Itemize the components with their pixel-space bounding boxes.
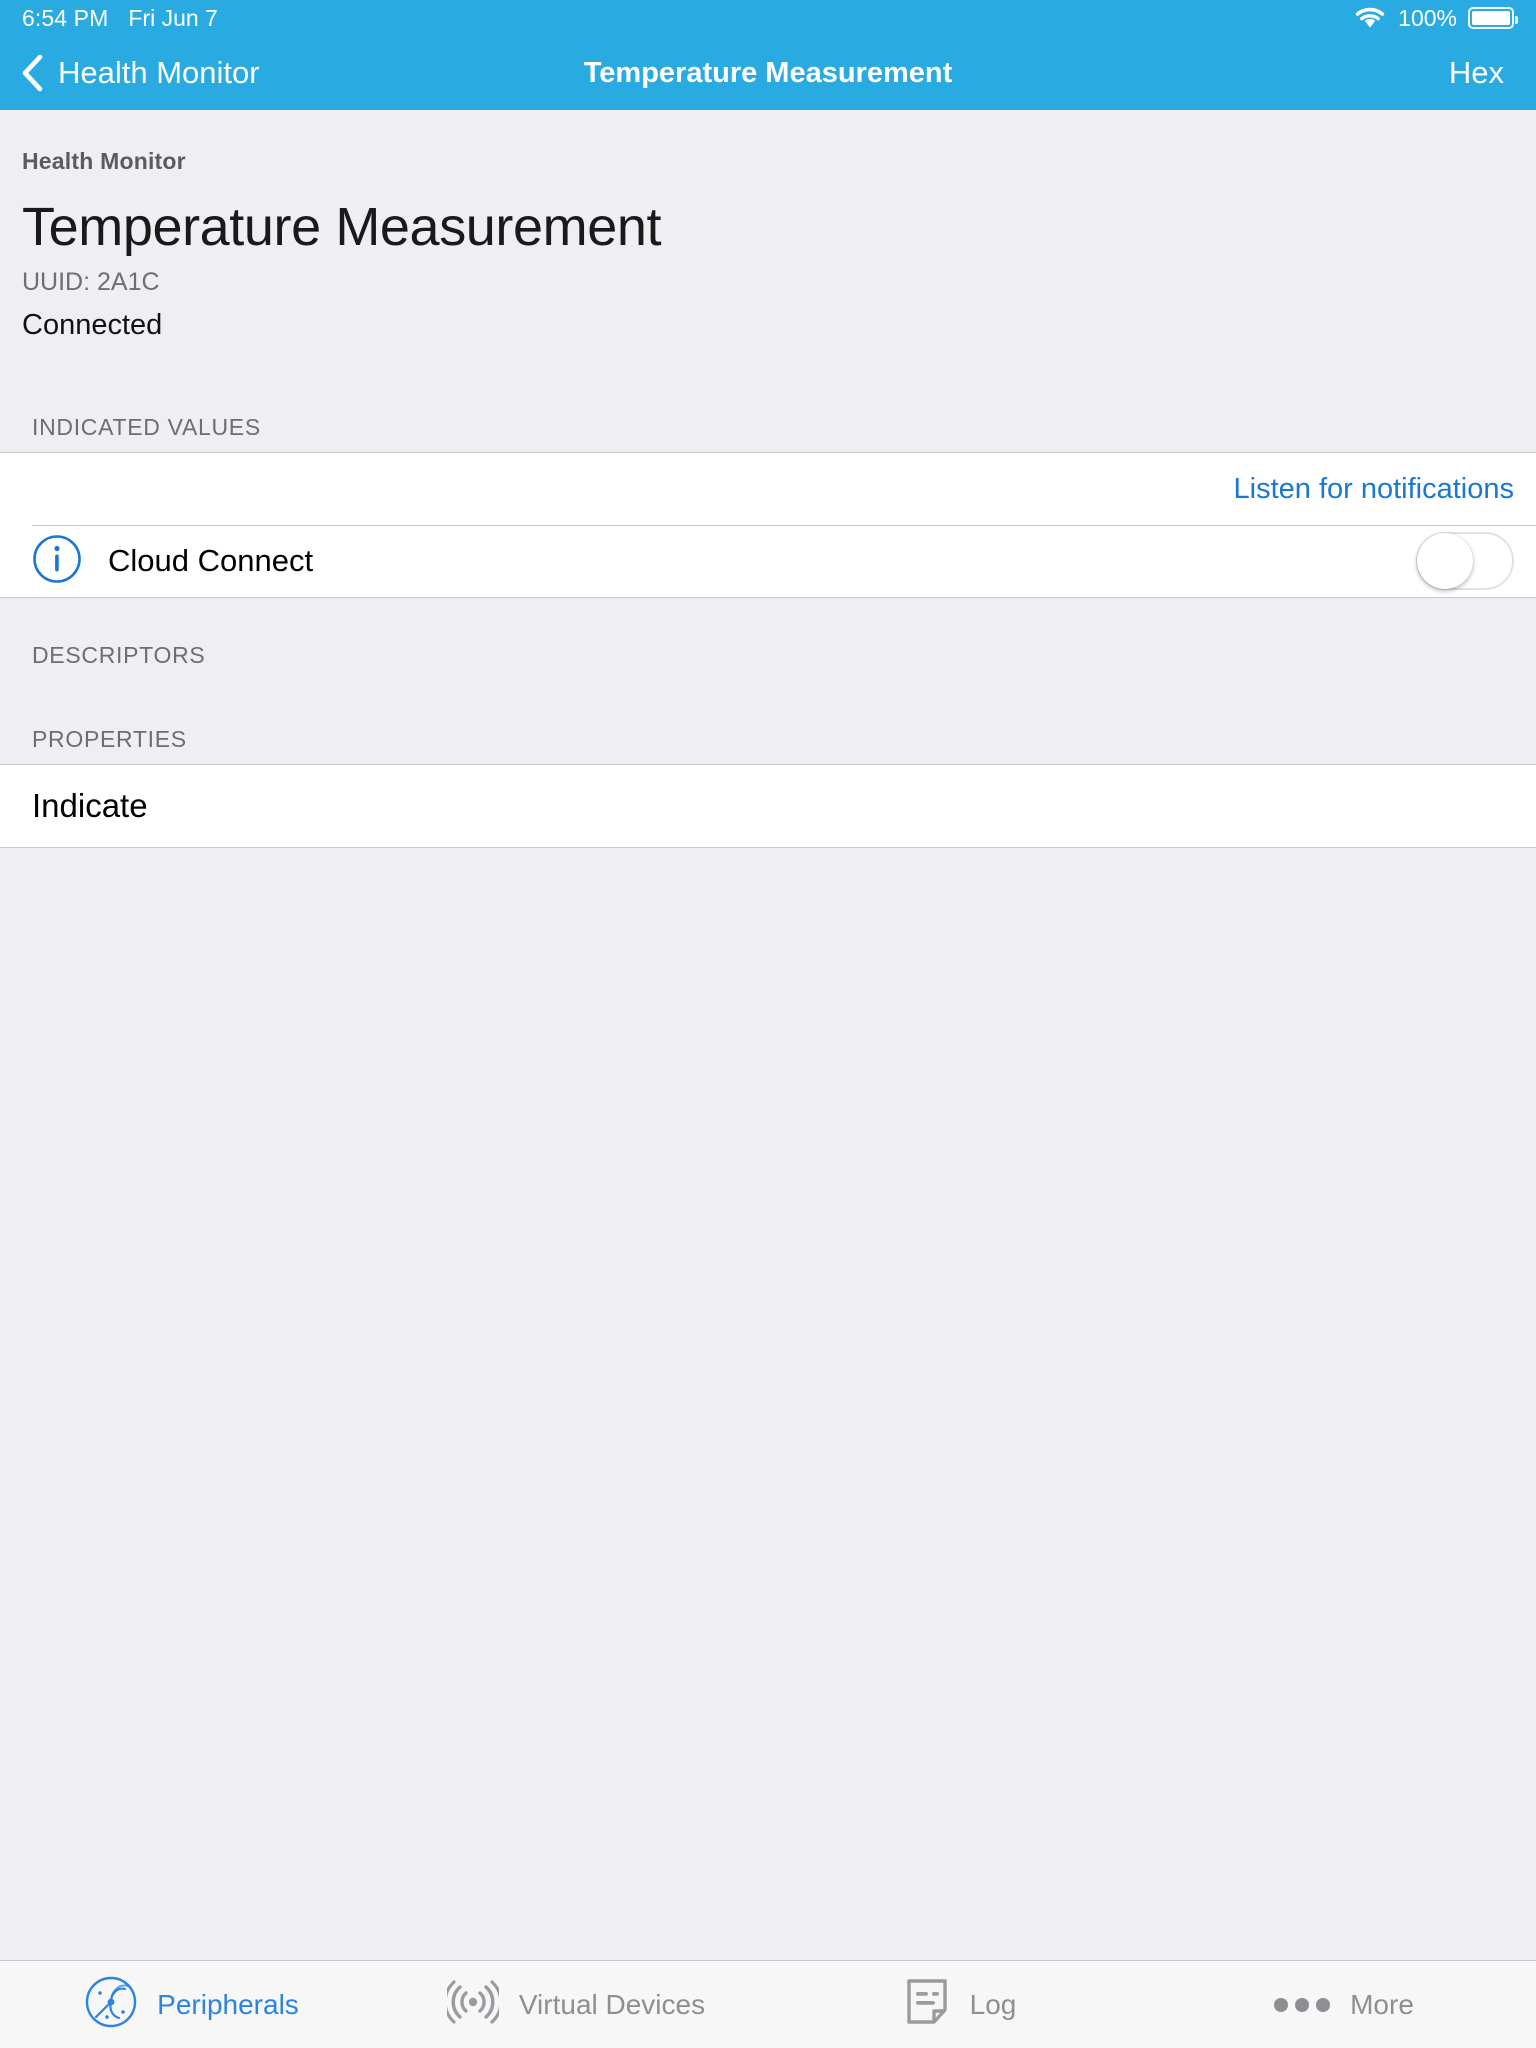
tab-bar: Peripherals Virtual Devices Log More — [0, 1960, 1536, 2048]
connection-status: Connected — [22, 309, 163, 342]
section-header-properties: PROPERTIES — [32, 726, 187, 753]
ellipsis-icon — [1274, 1997, 1331, 2012]
status-bar-time: 6:54 PM — [22, 4, 109, 31]
tab-more[interactable]: More — [1152, 1961, 1536, 2048]
navigation-bar: Health Monitor Temperature Measurement H… — [0, 36, 1536, 110]
section-header-indicated-values: INDICATED VALUES — [32, 414, 261, 441]
listen-for-notifications-link[interactable]: Listen for notifications — [1234, 473, 1514, 506]
tab-label-virtual-devices: Virtual Devices — [518, 1988, 706, 2020]
chevron-left-icon — [20, 53, 44, 93]
indicated-values-group: Listen for notifications Cloud Connect — [0, 452, 1536, 599]
cloud-connect-row[interactable]: Cloud Connect — [0, 525, 1536, 598]
back-button[interactable]: Health Monitor — [0, 53, 260, 93]
document-icon — [904, 1977, 950, 2032]
radar-icon — [85, 1976, 137, 2033]
battery-full-icon — [1468, 7, 1518, 29]
property-row-indicate[interactable]: Indicate — [0, 765, 1536, 848]
status-bar-right: 100% — [1353, 4, 1518, 32]
cloud-connect-label: Cloud Connect — [108, 543, 314, 579]
breadcrumb: Health Monitor — [22, 148, 186, 174]
listen-for-notifications-row[interactable]: Listen for notifications — [0, 453, 1536, 526]
hex-button[interactable]: Hex — [1449, 55, 1536, 91]
wifi-icon — [1353, 6, 1387, 31]
battery-percent-label: 100% — [1398, 4, 1457, 31]
info-circle-icon[interactable] — [32, 534, 82, 589]
properties-group: Indicate — [0, 764, 1536, 849]
property-label: Indicate — [32, 787, 148, 825]
tab-label-more: More — [1350, 1988, 1414, 2020]
broadcast-icon — [443, 1979, 503, 2030]
toggle-knob — [1417, 533, 1473, 590]
back-button-label: Health Monitor — [58, 55, 260, 90]
status-bar: 6:54 PM Fri Jun 7 100% — [0, 0, 1536, 36]
characteristic-title: Temperature Measurement — [22, 197, 662, 257]
section-header-descriptors: DESCRIPTORS — [32, 642, 206, 669]
tab-log[interactable]: Log — [768, 1961, 1152, 2048]
app-screen: 6:54 PM Fri Jun 7 100% Health Monitor Te… — [0, 0, 1536, 2048]
content-area: Health Monitor Temperature Measurement U… — [0, 110, 1536, 1960]
tab-label-log: Log — [969, 1988, 1017, 2020]
tab-peripherals[interactable]: Peripherals — [0, 1961, 384, 2048]
tab-virtual-devices[interactable]: Virtual Devices — [384, 1961, 768, 2048]
uuid-label: UUID: 2A1C — [22, 268, 160, 297]
status-bar-date: Fri Jun 7 — [128, 4, 218, 31]
cloud-connect-toggle[interactable] — [1416, 532, 1514, 591]
detail-header: Health Monitor Temperature Measurement U… — [0, 110, 1536, 342]
tab-label-peripherals: Peripherals — [157, 1988, 299, 2020]
